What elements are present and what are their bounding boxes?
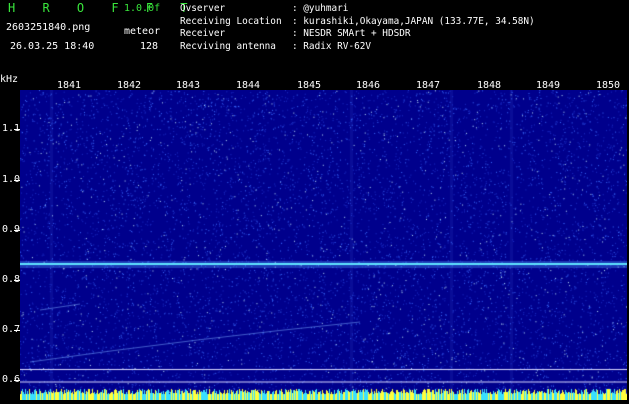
info-value: : kurashiki,Okayama,JAPAN (133.77E, 34.5… — [292, 15, 535, 27]
info-key: Ovserver — [180, 3, 226, 14]
file-name: 2603251840.png — [6, 22, 91, 33]
spectrogram-canvas — [20, 90, 627, 400]
date-time: 26.03.25 18:40 — [10, 41, 95, 52]
info-row: Receiving Location : kurashiki,Okayama,JA… — [180, 16, 535, 29]
info-key: Recviving antenna — [180, 40, 276, 52]
info-row: Recviving antenna : Radix RV-62V — [180, 41, 535, 54]
spectrogram — [20, 90, 627, 400]
info-key: Receiving Location — [180, 15, 282, 27]
info-value: : NESDR SMArt + HDSDR — [292, 28, 411, 40]
station-info: Ovserver : @yuhmari Receiving Location : k… — [180, 3, 535, 53]
info-row: Receiver : NESDR SMArt + HDSDR — [180, 28, 535, 41]
app-title: H R O F F T — [8, 1, 198, 15]
header-panel: H R O F F T 1.0.0f 2603251840.png meteor… — [0, 0, 629, 78]
mode-label: meteor — [124, 26, 161, 37]
app-version: 1.0.0f — [124, 3, 161, 14]
info-value: : Radix RV-62V — [292, 40, 372, 52]
detection-count: 128 — [140, 41, 159, 52]
y-axis-unit: kHz — [0, 74, 19, 85]
info-key: Receiver — [180, 28, 226, 40]
info-row: Ovserver : @yuhmari — [180, 3, 535, 16]
info-value: : @yuhmari — [292, 3, 349, 14]
